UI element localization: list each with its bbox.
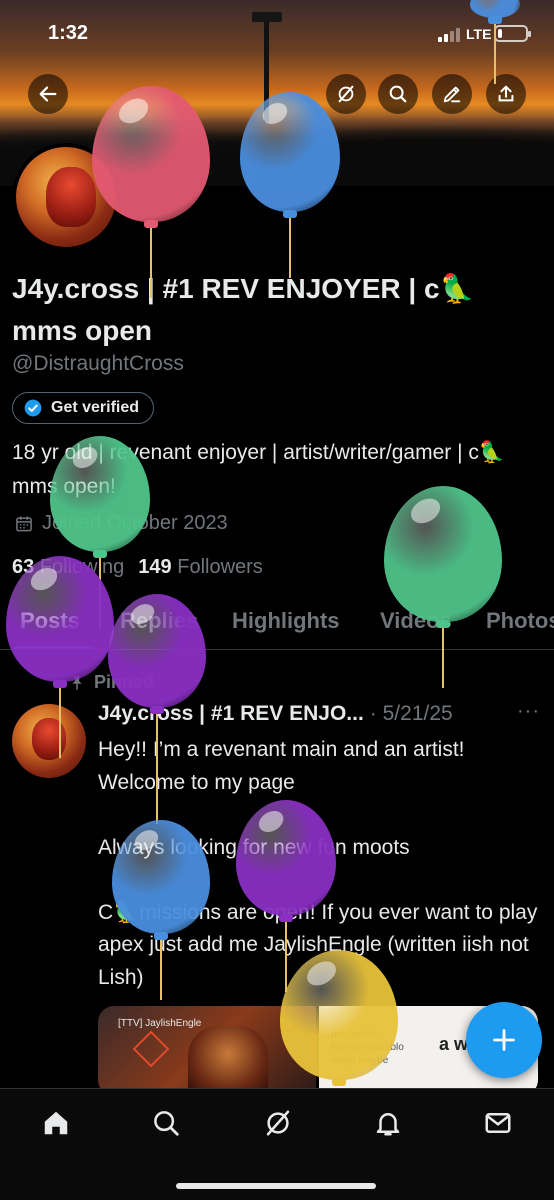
- post-header: J4y.cross | #1 REV ENJO... · 5/21/25 ···: [98, 700, 544, 726]
- followers-count: 149: [138, 556, 172, 578]
- messages-icon: [485, 1113, 511, 1133]
- post-line: Always looking for new fun moots: [98, 835, 410, 859]
- post-line: C🦜missions are open! If you ever want to…: [98, 900, 538, 989]
- compose-icon: [443, 86, 461, 103]
- profile-avatar[interactable]: [12, 143, 120, 251]
- profile-handle: @DistraughtCross: [12, 352, 184, 375]
- signal-icon: [438, 28, 460, 42]
- tab-replies[interactable]: Replies: [120, 608, 198, 634]
- post-text[interactable]: Hey!! I’m a revenant main and an artist!…: [98, 734, 538, 994]
- network-label: LTE: [466, 26, 492, 42]
- get-verified-label: Get verified: [51, 399, 140, 416]
- grok-button[interactable]: [326, 74, 366, 114]
- joined-label: Joined October 2023: [42, 512, 228, 534]
- share-icon: [498, 85, 514, 102]
- more-options-icon[interactable]: ···: [517, 700, 540, 723]
- tab-photos[interactable]: Photos: [486, 608, 554, 634]
- profile-tabs: Posts Replies Highlights Videos Photos: [0, 598, 554, 650]
- nav-grok[interactable]: [262, 1107, 294, 1139]
- battery-icon: [494, 25, 531, 42]
- following-link[interactable]: 63 Following: [12, 556, 124, 579]
- nav-messages[interactable]: [482, 1107, 514, 1139]
- notifications-icon: [376, 1113, 400, 1136]
- share-button[interactable]: [486, 74, 526, 114]
- post-date[interactable]: · 5/21/25: [370, 702, 453, 726]
- active-tab-indicator: [14, 646, 94, 649]
- search-button[interactable]: [378, 74, 418, 114]
- search-icon: [389, 85, 407, 103]
- status-bar: 1:32 LTE: [0, 0, 554, 66]
- following-count: 63: [12, 556, 35, 578]
- grok-icon: [266, 1110, 290, 1136]
- post-author-name[interactable]: J4y.cross | #1 REV ENJO...: [98, 702, 364, 726]
- balloon-decoration: [384, 486, 502, 692]
- post-line: Hey!! I’m a revenant main and an artist!…: [98, 738, 465, 794]
- pinned-label: Pinned: [94, 672, 155, 692]
- joined-date: Joined October 2023: [14, 512, 228, 535]
- nav-home[interactable]: [40, 1107, 72, 1139]
- back-button[interactable]: [28, 74, 68, 114]
- media-caption: [TTV] JaylishEngle: [118, 1018, 202, 1029]
- pinned-indicator: Pinned: [68, 672, 154, 693]
- character-figure: [188, 1026, 268, 1096]
- following-label: Following: [39, 556, 125, 578]
- nav-notifications[interactable]: [372, 1107, 404, 1139]
- media-text: um, you're frankly scramblo engle maybe: [331, 1029, 404, 1066]
- grok-icon: [338, 85, 354, 103]
- tab-highlights[interactable]: Highlights: [232, 608, 340, 634]
- profile-bio: 18 yr old | revenant enjoyer | artist/wr…: [12, 441, 506, 498]
- display-name: J4y.cross | #1 REV ENJOYER | c🦜mms open: [12, 273, 475, 346]
- apex-emblem: [132, 1030, 170, 1068]
- tab-videos[interactable]: Videos: [380, 608, 452, 634]
- media-text-large: a w: [439, 1034, 469, 1054]
- compose-button[interactable]: [432, 74, 472, 114]
- status-time: 1:32: [48, 22, 89, 44]
- home-icon: [44, 1111, 68, 1135]
- tab-posts[interactable]: Posts: [20, 608, 80, 634]
- post-author-avatar[interactable]: [12, 704, 86, 778]
- post-media-image[interactable]: [TTV] JaylishEngle: [98, 1006, 316, 1096]
- calendar-icon: [16, 516, 32, 531]
- plus-icon: [493, 1029, 515, 1051]
- followers-label: Followers: [177, 556, 263, 578]
- get-verified-button[interactable]: Get verified: [12, 392, 155, 424]
- compose-post-button[interactable]: [466, 1002, 542, 1078]
- follow-stats: 63 Following 149 Followers: [12, 556, 263, 579]
- pin-icon: [72, 675, 82, 690]
- home-indicator: [176, 1183, 376, 1189]
- verified-badge-icon: [24, 399, 42, 417]
- followers-link[interactable]: 149 Followers: [138, 556, 263, 579]
- search-icon: [154, 1111, 179, 1136]
- arrow-left-icon: [39, 86, 57, 102]
- nav-search[interactable]: [150, 1107, 182, 1139]
